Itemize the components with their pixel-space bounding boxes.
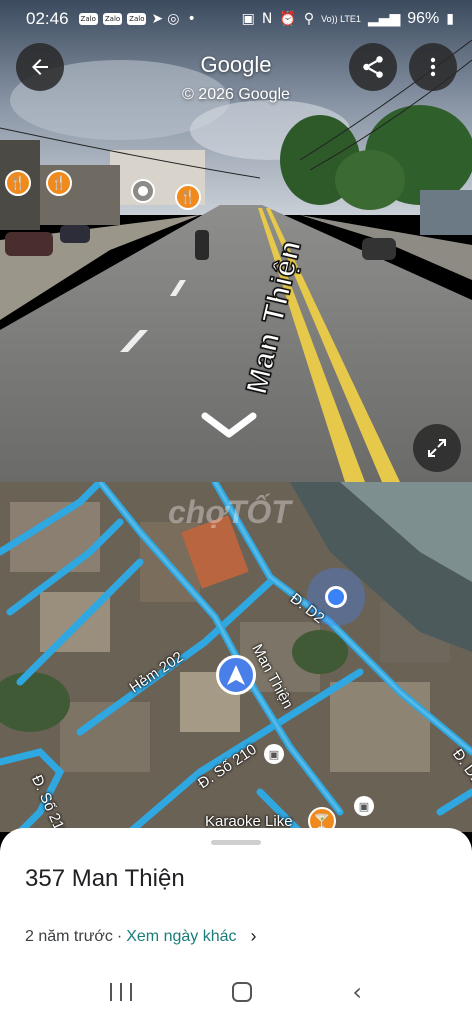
back-button[interactable]	[16, 43, 64, 91]
expand-icon	[428, 439, 446, 457]
status-bar: 02:46 Zalo Zalo Zalo ➤ ◎ • ▣ N ⏰ ⚲ Vo)) …	[0, 0, 472, 38]
watermark: chợTỐT	[168, 494, 291, 530]
restaurant-icon[interactable]: 🍴	[46, 170, 72, 196]
capture-age: 2 năm trước	[25, 927, 113, 945]
separator: ·	[116, 927, 123, 945]
back-nav-button[interactable]: ‹	[352, 978, 362, 1006]
street-view-panel[interactable]: 🍴 🍴 🍴 Man Thiện Google © 2026 Google	[0, 0, 472, 482]
capture-date-row[interactable]: 2 năm trước · Xem ngày khác ›	[25, 926, 257, 947]
more-options-button[interactable]	[409, 43, 457, 91]
alarm-icon: ⏰	[279, 11, 297, 27]
telegram-icon: ➤	[151, 11, 164, 27]
place-title: 357 Man Thiện	[25, 865, 185, 892]
signal-icon: ▂▄▆	[367, 11, 401, 27]
share-icon	[363, 56, 383, 78]
street-view-title: Google	[200, 52, 272, 77]
location-icon: ⚲	[303, 11, 315, 27]
more-vert-icon	[430, 57, 436, 77]
sheet-drag-handle[interactable]	[211, 840, 261, 845]
lock-icon: ▣	[241, 11, 255, 27]
bus-stop-icon[interactable]: ▣	[264, 744, 284, 764]
dot-icon: •	[187, 11, 196, 27]
expand-button[interactable]	[413, 424, 461, 472]
restaurant-icon[interactable]: 🍴	[5, 170, 31, 196]
recent-apps-button[interactable]	[110, 983, 133, 1001]
battery-icon: ▮	[446, 11, 454, 27]
navigation-arrow-icon[interactable]	[216, 655, 256, 695]
status-time: 02:46	[26, 9, 69, 28]
battery-level: 96%	[407, 10, 440, 27]
hotspot-icon: ◎	[167, 11, 180, 27]
current-location-icon[interactable]	[325, 586, 347, 608]
chevron-right-icon[interactable]: ›	[251, 926, 257, 947]
zalo-icon: Zalo	[78, 13, 98, 25]
nfc-icon: N	[261, 11, 273, 27]
network-indicator: Vo)) LTE1	[321, 14, 361, 24]
share-button[interactable]	[349, 43, 397, 91]
other-dates-link[interactable]: Xem ngày khác	[126, 928, 236, 946]
arrow-left-icon	[32, 59, 48, 75]
place-marker-icon[interactable]	[131, 179, 155, 203]
android-nav-bar: ‹	[0, 960, 472, 1024]
zalo-icon: Zalo	[127, 13, 147, 25]
street-view-copyright: © 2026 Google	[182, 86, 290, 103]
chevron-down-icon[interactable]	[201, 410, 257, 442]
bus-stop-icon[interactable]: ▣	[354, 796, 374, 816]
home-button[interactable]	[232, 982, 253, 1002]
zalo-icon: Zalo	[102, 13, 123, 25]
restaurant-icon[interactable]: 🍴	[175, 184, 201, 210]
